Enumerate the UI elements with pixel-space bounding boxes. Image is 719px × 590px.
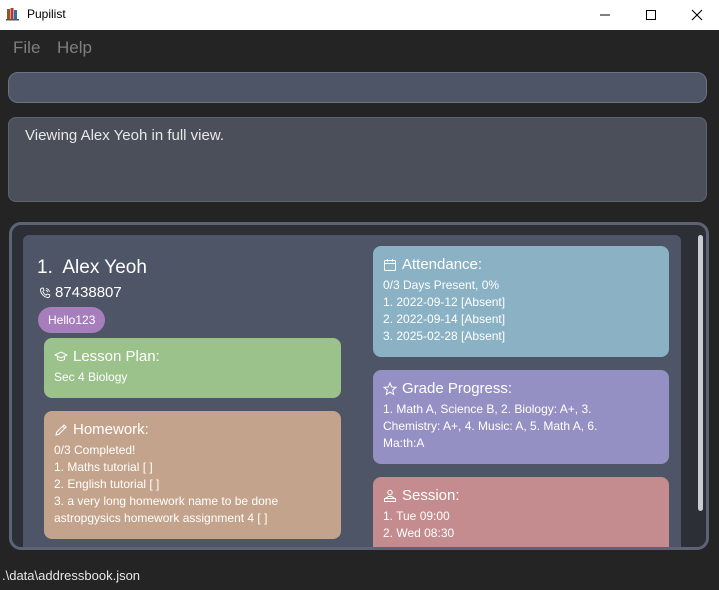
phone-number: 87438807	[55, 284, 122, 301]
homework-line: astropgysics homework assignment 4 [ ]	[54, 511, 268, 525]
homework-line: 0/3 Completed!	[54, 443, 136, 457]
grade-progress-header: Grade Progress:	[383, 380, 659, 397]
session-header: Session:	[383, 487, 659, 504]
homework-line: 1. Maths tutorial [ ]	[54, 460, 153, 474]
attendance-line: 3. 2025-02-28 [Absent]	[383, 329, 506, 343]
result-text: Viewing Alex Yeoh in full view.	[25, 127, 225, 144]
attendance-title: Attendance:	[402, 256, 483, 273]
tag-badge: Hello123	[38, 307, 106, 333]
homework-header: Homework:	[54, 421, 331, 438]
person-card[interactable]: 1. Alex Yeoh 87438807 Hello123 Lesson Pl…	[23, 235, 681, 547]
menu-bar: File Help	[0, 30, 719, 66]
person-name-text: Alex Yeoh	[62, 257, 147, 278]
books-app-icon	[6, 8, 19, 21]
grade-progress-line: 1. Math A, Science B, 2. Biology: A+, 3.	[383, 402, 592, 416]
person-list-panel[interactable]: 1. Alex Yeoh 87438807 Hello123 Lesson Pl…	[9, 222, 709, 550]
homework-title: Homework:	[73, 421, 149, 438]
window-titlebar: Pupilist	[0, 0, 719, 30]
phone-row: 87438807	[39, 284, 122, 301]
session-title: Session:	[402, 487, 460, 504]
attendance-line: 2. 2022-09-14 [Absent]	[383, 312, 506, 326]
list-scrollbar[interactable]	[698, 235, 703, 511]
window-title: Pupilist	[27, 7, 66, 21]
attendance-line: 1. 2022-09-12 [Absent]	[383, 295, 506, 309]
maximize-icon	[646, 10, 656, 20]
menu-file[interactable]: File	[13, 38, 40, 58]
lesson-plan-box: Lesson Plan: Sec 4 Biology	[44, 338, 341, 398]
homework-line: 3. a very long homework name to be done	[54, 494, 279, 508]
graduation-cap-icon	[54, 350, 68, 361]
person-index: 1.	[37, 257, 53, 278]
grade-progress-box: Grade Progress: 1. Math A, Science B, 2.…	[373, 370, 669, 464]
presenter-icon	[384, 489, 396, 502]
calendar-icon	[384, 258, 396, 271]
result-display: Viewing Alex Yeoh in full view.	[8, 117, 707, 202]
grade-progress-line: Ma:th:A	[383, 436, 425, 450]
command-input[interactable]	[8, 72, 707, 103]
star-icon	[383, 381, 397, 395]
maximize-button[interactable]	[628, 0, 674, 30]
attendance-box: Attendance: 0/3 Days Present, 0% 1. 2022…	[373, 246, 669, 357]
attendance-line: 0/3 Days Present, 0%	[383, 278, 500, 292]
lesson-plan-value: Sec 4 Biology	[54, 370, 128, 384]
status-bar-path: .\data\addressbook.json	[2, 568, 141, 583]
pencil-icon	[55, 423, 67, 436]
menu-help[interactable]: Help	[57, 38, 92, 58]
homework-box: Homework: 0/3 Completed! 1. Maths tutori…	[44, 411, 341, 539]
session-box: Session: 1. Tue 09:00 2. Wed 08:30	[373, 477, 669, 547]
grade-progress-line: Chemistry: A+, 4. Music: A, 5. Math A, 6…	[383, 419, 598, 433]
homework-line: 2. English tutorial [ ]	[54, 477, 160, 491]
session-line: 2. Wed 08:30	[383, 526, 455, 540]
phone-icon	[39, 287, 51, 298]
person-name: 1. Alex Yeoh	[37, 257, 147, 279]
lesson-plan-title: Lesson Plan:	[73, 348, 160, 365]
lesson-plan-header: Lesson Plan:	[54, 348, 331, 365]
grade-progress-title: Grade Progress:	[402, 380, 513, 397]
close-icon	[691, 9, 703, 21]
attendance-header: Attendance:	[383, 256, 659, 273]
minimize-button[interactable]	[582, 0, 628, 30]
session-line: 1. Tue 09:00	[383, 509, 450, 523]
close-button[interactable]	[674, 0, 719, 30]
minimize-icon	[600, 14, 610, 16]
